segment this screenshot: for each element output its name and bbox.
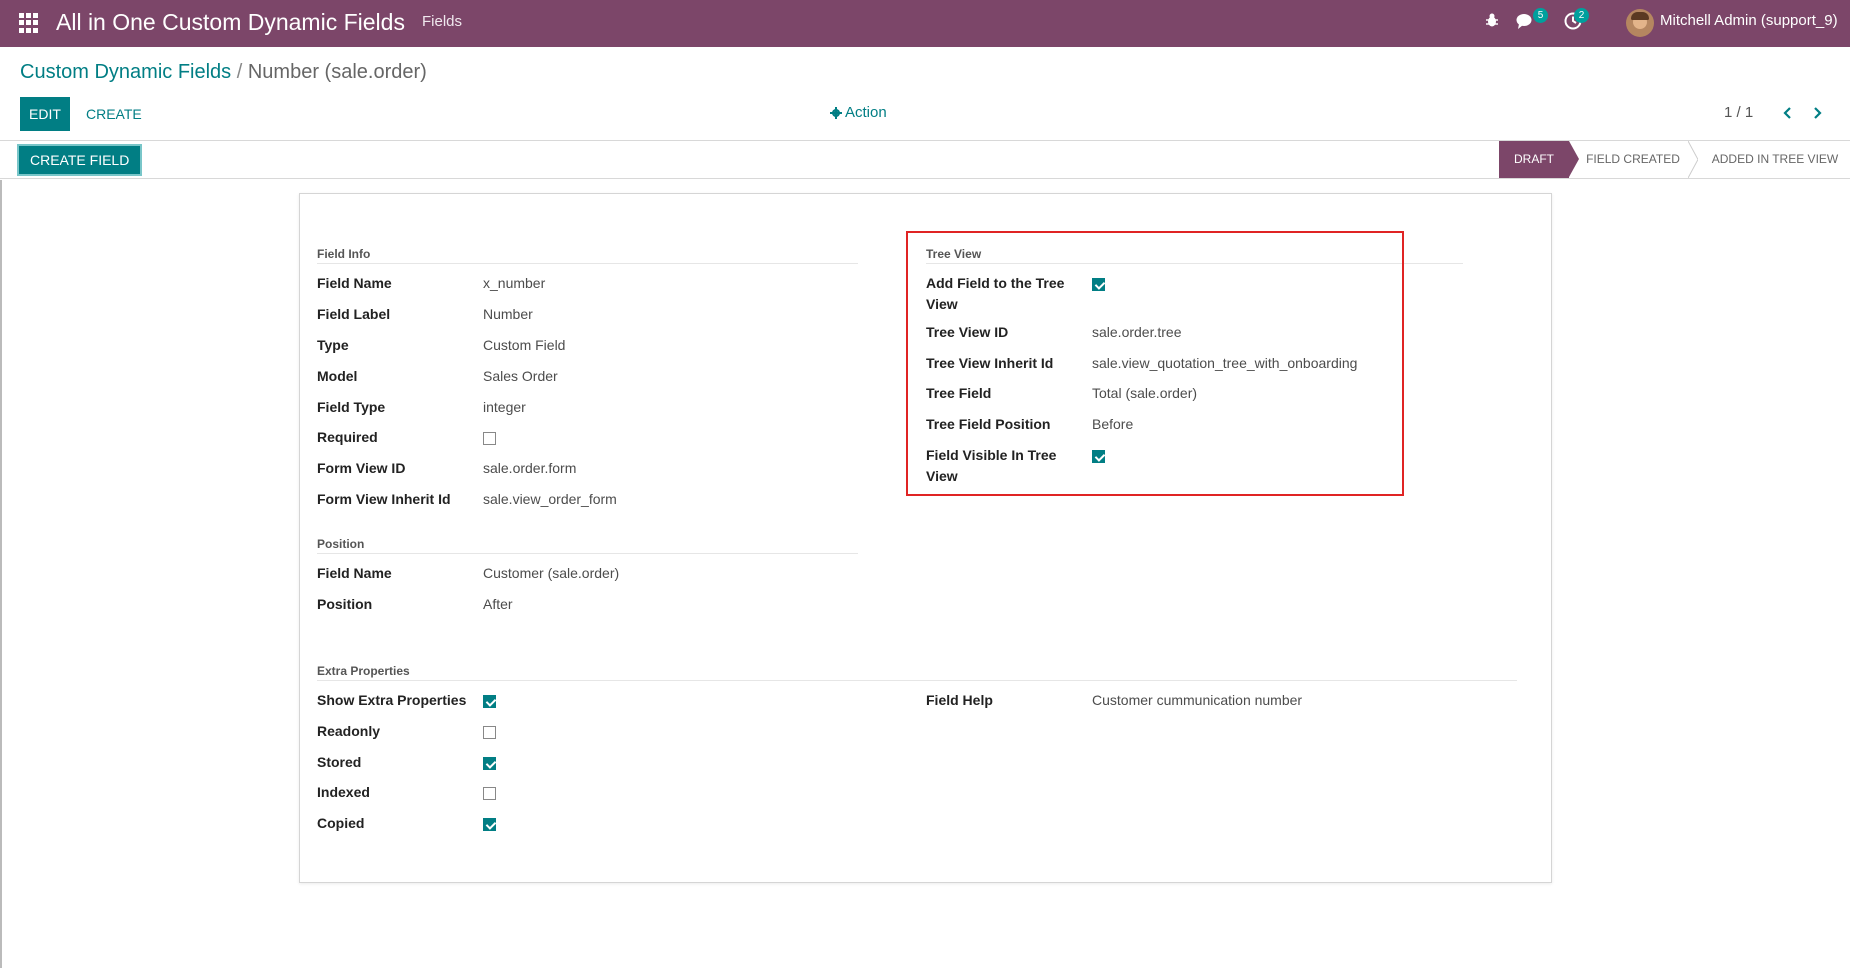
group-title-position: Position	[317, 537, 858, 554]
app-title[interactable]: All in One Custom Dynamic Fields	[56, 9, 405, 36]
label-indexed: Indexed	[317, 784, 370, 800]
breadcrumb-current: Number (sale.order)	[247, 61, 427, 83]
stage-separator	[1688, 141, 1698, 178]
label-readonly: Readonly	[317, 723, 381, 739]
label-field-type: Field Type	[317, 399, 386, 415]
stage-draft[interactable]: DRAFT	[1499, 141, 1579, 178]
value-form-view-inherit-id: sale.view_order_form	[483, 491, 617, 507]
control-panel: Custom Dynamic Fields / Number (sale.ord…	[0, 47, 1850, 141]
required-checkbox[interactable]	[483, 432, 496, 445]
value-form-view-id: sale.order.form	[483, 460, 577, 476]
value-type[interactable]: Custom Field	[483, 335, 565, 356]
indexed-checkbox[interactable]	[483, 787, 496, 800]
apps-menu-icon[interactable]	[19, 13, 39, 33]
label-type: Type	[317, 337, 349, 353]
label-position-field-name: Field Name	[317, 565, 392, 581]
label-stored: Stored	[317, 754, 362, 770]
label-show-extra-properties: Show Extra Properties	[317, 692, 467, 708]
breadcrumb: Custom Dynamic Fields / Number (sale.ord…	[20, 61, 427, 84]
show-extra-properties-checkbox[interactable]	[483, 695, 496, 708]
copied-checkbox[interactable]	[483, 818, 496, 831]
label-field-help: Field Help	[926, 692, 993, 708]
label-form-view-inherit-id: Form View Inherit Id	[317, 491, 451, 507]
breadcrumb-separator: /	[236, 61, 243, 83]
value-position-field-name[interactable]: Customer (sale.order)	[483, 563, 619, 584]
edit-button[interactable]: EDIT	[20, 97, 70, 131]
label-required: Required	[317, 429, 378, 445]
user-avatar[interactable]	[1626, 9, 1654, 37]
action-menu-button[interactable]: Action	[830, 104, 887, 121]
debug-bug-icon[interactable]	[1484, 12, 1500, 28]
label-copied: Copied	[317, 815, 365, 831]
label-model: Model	[317, 368, 358, 384]
value-model[interactable]: Sales Order	[483, 366, 558, 387]
pager-next-icon[interactable]	[1808, 103, 1826, 123]
top-navbar: All in One Custom Dynamic Fields Fields …	[0, 0, 1850, 47]
tree-view-highlight-box	[906, 231, 1404, 496]
value-field-type: integer	[483, 399, 526, 415]
value-field-label: Number	[483, 306, 533, 322]
chat-count-badge: 5	[1533, 8, 1548, 23]
label-form-view-id: Form View ID	[317, 460, 406, 476]
menu-fields[interactable]: Fields	[422, 13, 462, 30]
label-field-name: Field Name	[317, 275, 392, 291]
user-menu[interactable]: Mitchell Admin (support_9)	[1660, 12, 1838, 29]
label-field-label: Field Label	[317, 306, 391, 322]
breadcrumb-parent-link[interactable]: Custom Dynamic Fields	[20, 61, 231, 83]
stored-checkbox[interactable]	[483, 757, 496, 770]
gear-icon	[830, 106, 842, 119]
stage-field-created[interactable]: FIELD CREATED	[1578, 141, 1688, 178]
form-statusbar: CREATE FIELD DRAFT FIELD CREATED ADDED I…	[0, 141, 1850, 179]
stage-added-in-tree-view[interactable]: ADDED IN TREE VIEW	[1700, 141, 1850, 178]
value-position: After	[483, 596, 513, 612]
group-title-field-info: Field Info	[317, 247, 858, 264]
readonly-checkbox[interactable]	[483, 726, 496, 739]
pager-value[interactable]: 1 / 1	[1724, 104, 1753, 121]
value-field-help: Customer cummunication number	[1092, 692, 1303, 708]
value-field-name: x_number	[483, 275, 546, 291]
label-position: Position	[317, 596, 373, 612]
action-label: Action	[845, 104, 887, 121]
create-button[interactable]: CREATE	[80, 97, 148, 131]
create-field-button[interactable]: CREATE FIELD	[17, 144, 143, 176]
group-title-extra-properties: Extra Properties	[317, 664, 1517, 681]
pager-previous-icon[interactable]	[1779, 103, 1797, 123]
activity-count-badge: 2	[1574, 8, 1589, 23]
